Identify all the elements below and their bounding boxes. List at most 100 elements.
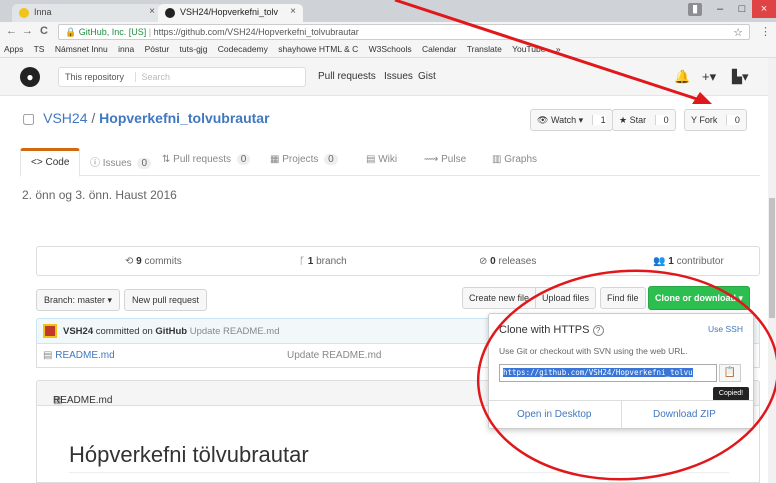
commit-platform: GitHub bbox=[155, 326, 188, 337]
bookmark-w3schools[interactable]: W3Schools bbox=[369, 44, 412, 54]
nav-pull-requests[interactable]: Pull requests bbox=[318, 71, 376, 82]
scrollbar-thumb[interactable] bbox=[769, 198, 775, 318]
open-in-desktop-link[interactable]: Open in Desktop bbox=[517, 409, 592, 420]
issue-icon: ⓘ bbox=[90, 158, 100, 169]
upload-files-button[interactable]: Upload files bbox=[536, 287, 597, 309]
close-window-button[interactable]: × bbox=[752, 0, 776, 18]
bookmark-namsnet[interactable]: Námsnet Innu bbox=[55, 44, 108, 54]
fork-button[interactable]: Y Fork 0 bbox=[684, 109, 747, 131]
close-icon[interactable]: × bbox=[149, 6, 155, 17]
forward-icon[interactable]: → bbox=[22, 25, 33, 37]
bookmarks-bar: Apps TS Námsnet Innu inna Póstur tuts-gj… bbox=[0, 42, 776, 58]
bookmark-tuts[interactable]: tuts-gjg bbox=[180, 44, 208, 54]
history-icon: ⟲ bbox=[125, 256, 134, 267]
clone-url-selected: https://github.com/VSH24/Hopverkefni_tol… bbox=[503, 368, 693, 377]
search-input[interactable]: This repository Search bbox=[58, 67, 306, 87]
download-zip-link[interactable]: Download ZIP bbox=[653, 409, 716, 420]
commit-text: VSH24 committed on GitHub Update README.… bbox=[63, 326, 280, 337]
back-icon[interactable]: ← bbox=[6, 25, 17, 37]
branch-stat[interactable]: ᚴ 1 branch bbox=[299, 256, 347, 267]
repo-owner[interactable]: VSH24 bbox=[43, 110, 87, 126]
security-label: GitHub, Inc. [US] bbox=[78, 27, 147, 37]
commits-label: commits bbox=[144, 256, 182, 267]
clone-url-input[interactable]: https://github.com/VSH24/Hopverkefni_tol… bbox=[499, 364, 717, 382]
releases-count: 0 bbox=[490, 256, 496, 267]
tab-graphs[interactable]: ▥ Graphs bbox=[492, 154, 537, 165]
avatar[interactable]: ▙▾ bbox=[732, 69, 749, 85]
help-icon[interactable]: ? bbox=[592, 325, 604, 336]
repo-book-icon: ▢ bbox=[22, 110, 36, 126]
tab-issues[interactable]: ⓘ Issues 0 bbox=[90, 154, 152, 169]
tab-projects[interactable]: ▦ Projects 0 bbox=[270, 154, 338, 165]
bookmark-apps[interactable]: Apps bbox=[4, 44, 23, 54]
tab-label: Graphs bbox=[504, 154, 538, 165]
bookmark-calendar[interactable]: Calendar bbox=[422, 44, 457, 54]
contributor-stat[interactable]: 👥 1 contributor bbox=[653, 256, 724, 267]
clone-or-download-button[interactable]: Clone or download ▾ bbox=[648, 286, 750, 310]
minimize-button[interactable]: – bbox=[708, 0, 732, 18]
tab-label: Code bbox=[45, 157, 70, 168]
url-text: https://github.com/VSH24/Hopverkefni_tol… bbox=[153, 27, 359, 37]
create-new-file-button[interactable]: Create new file bbox=[462, 287, 537, 309]
new-pull-request-button[interactable]: New pull request bbox=[124, 289, 208, 311]
menu-icon[interactable]: ⋮ bbox=[760, 25, 771, 38]
readme-title: Hópverkefni tölvubrautar bbox=[69, 442, 729, 473]
search-scope: This repository bbox=[65, 72, 125, 82]
watch-count[interactable]: 1 bbox=[591, 115, 606, 125]
use-ssh-link[interactable]: Use SSH bbox=[708, 324, 743, 334]
watch-button[interactable]: 👁 Watch ▾ 1 bbox=[530, 109, 613, 131]
star-button[interactable]: ★ Star 0 bbox=[612, 109, 676, 131]
tab-github[interactable]: VSH24/Hopverkefni_tolv × bbox=[158, 4, 303, 22]
avatar[interactable] bbox=[43, 324, 57, 338]
tab-code[interactable]: <> Code bbox=[20, 148, 81, 177]
tab-wiki[interactable]: ▤ Wiki bbox=[366, 154, 397, 165]
tab-pulse[interactable]: ⟿ Pulse bbox=[424, 154, 466, 165]
notification-bell-icon[interactable]: 🔔 bbox=[674, 69, 690, 85]
bookmark-translate[interactable]: Translate bbox=[467, 44, 502, 54]
pull-request-icon: ⇅ bbox=[162, 154, 171, 165]
bookmark-codecademy[interactable]: Codecademy bbox=[218, 44, 268, 54]
file-name[interactable]: ▤ README.md bbox=[43, 350, 115, 361]
code-icon: <> bbox=[31, 157, 43, 168]
reload-icon[interactable]: C bbox=[40, 25, 48, 37]
tab-inna[interactable]: Inna × bbox=[12, 4, 162, 22]
people-icon: 👥 bbox=[653, 256, 666, 267]
bookmark-shayhowe[interactable]: shayhowe HTML & C bbox=[278, 44, 358, 54]
find-file-button[interactable]: Find file bbox=[600, 287, 646, 309]
maximize-button[interactable]: □ bbox=[730, 0, 754, 18]
clone-title-text: Clone with HTTPS bbox=[499, 324, 590, 336]
plus-icon[interactable]: +▾ bbox=[702, 69, 716, 85]
commits-stat[interactable]: ⟲ 9 commits bbox=[125, 256, 182, 267]
address-bar-row: ← → C 🔒 GitHub, Inc. [US] | https://gith… bbox=[0, 22, 776, 42]
commit-user[interactable]: VSH24 bbox=[63, 326, 93, 337]
tab-pull-requests[interactable]: ⇅ Pull requests 0 bbox=[162, 154, 251, 165]
star-bookmark-icon[interactable]: ☆ bbox=[733, 26, 743, 39]
lock-icon: 🔒 bbox=[65, 27, 77, 37]
tab-label: Wiki bbox=[378, 154, 398, 165]
nav-issues[interactable]: Issues bbox=[384, 71, 413, 82]
nav-gist[interactable]: Gist bbox=[418, 71, 436, 82]
inna-favicon-icon bbox=[19, 8, 29, 18]
clone-help-text: Use Git or checkout with SVN using the w… bbox=[499, 346, 688, 356]
bookmarks-overflow[interactable]: » bbox=[556, 44, 561, 54]
url-field[interactable]: 🔒 GitHub, Inc. [US] | https://github.com… bbox=[58, 24, 750, 40]
commit-message[interactable]: Update README.md bbox=[190, 326, 280, 337]
close-icon[interactable]: × bbox=[290, 6, 296, 17]
fork-count[interactable]: 0 bbox=[725, 115, 740, 125]
file-commit-message[interactable]: Update README.md bbox=[287, 350, 381, 361]
clipboard-icon[interactable]: 📋 bbox=[719, 364, 741, 382]
repo-name[interactable]: Hopverkefni_tolvubrautar bbox=[99, 110, 269, 126]
star-count[interactable]: 0 bbox=[654, 115, 669, 125]
bookmark-youtube[interactable]: YouTube bbox=[512, 44, 545, 54]
bookmark-ts[interactable]: TS bbox=[34, 44, 45, 54]
tab-count: 0 bbox=[236, 154, 251, 165]
user-profile-icon[interactable]: ▮ bbox=[688, 3, 702, 16]
page-scrollbar[interactable] bbox=[768, 58, 776, 483]
branch-select-button[interactable]: Branch: master ▾ bbox=[36, 289, 121, 311]
fork-label: Fork bbox=[699, 115, 718, 125]
bookmark-postur[interactable]: Póstur bbox=[145, 44, 170, 54]
file-icon: ▤ bbox=[43, 350, 53, 361]
github-octocat-icon[interactable]: ● bbox=[20, 67, 40, 87]
bookmark-inna[interactable]: inna bbox=[118, 44, 134, 54]
releases-stat[interactable]: ⊘ 0 releases bbox=[479, 256, 536, 267]
